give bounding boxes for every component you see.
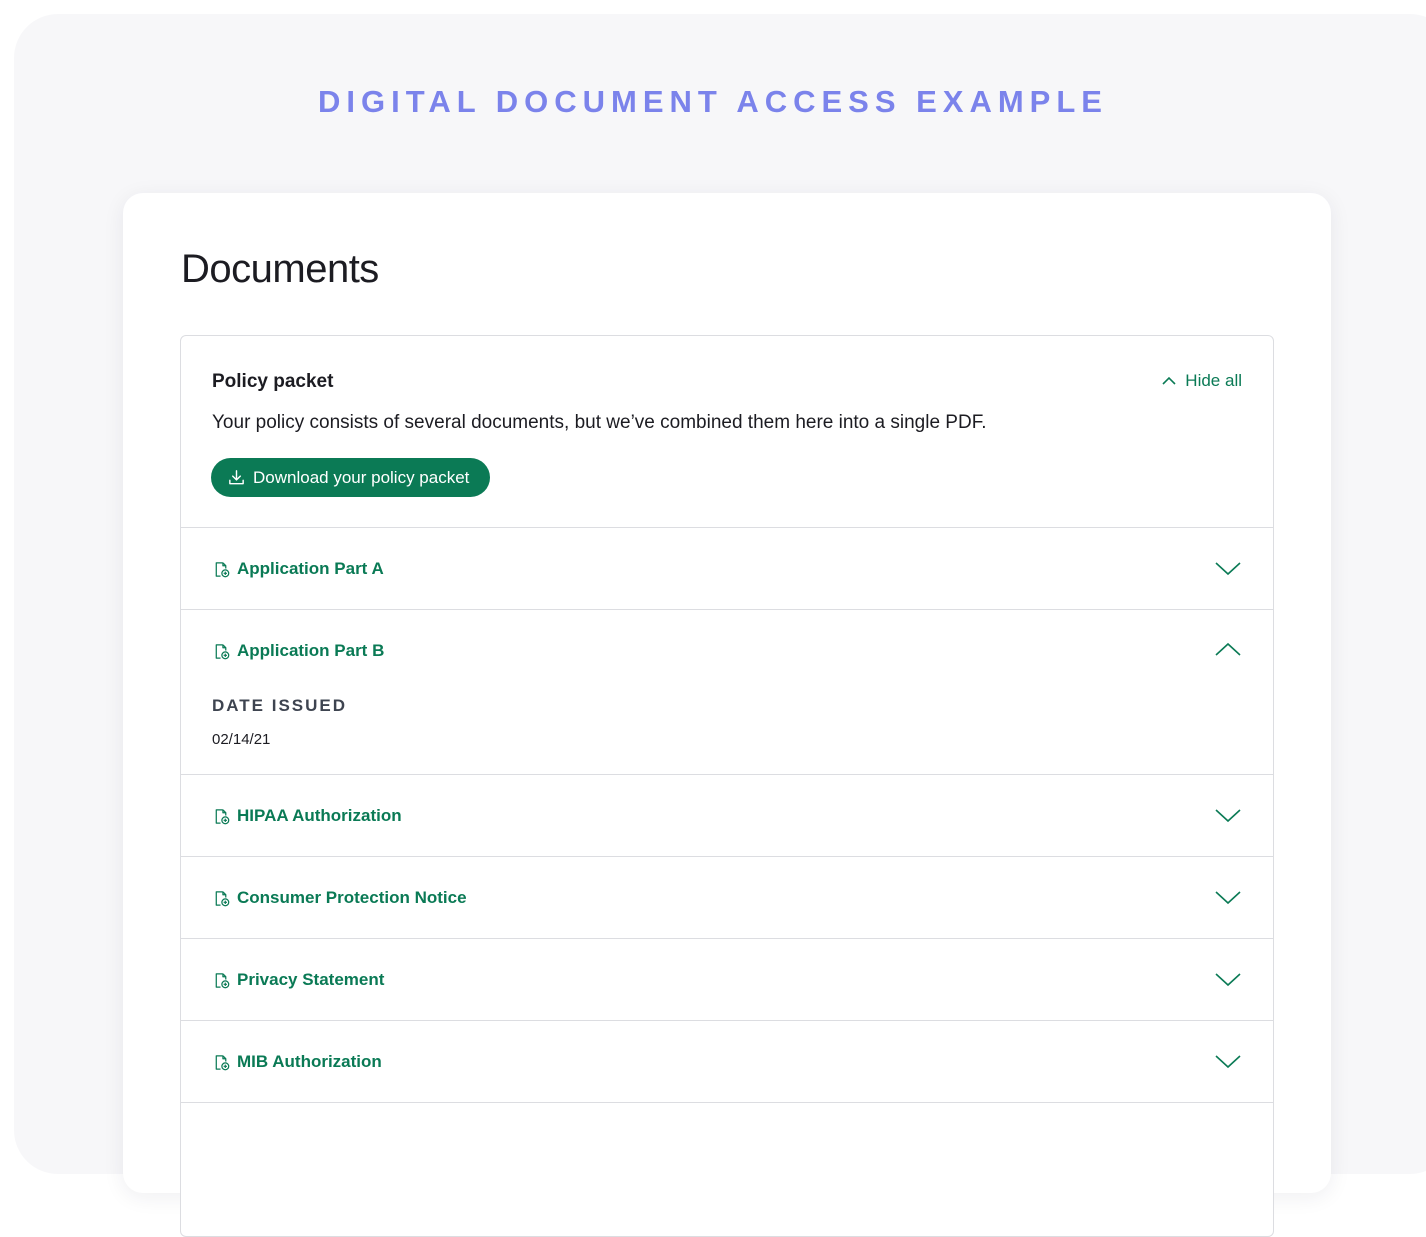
document-name: Privacy Statement	[237, 970, 385, 989]
document-name: Application Part B	[237, 641, 385, 660]
document-link[interactable]: Application Part B	[212, 641, 384, 661]
download-icon	[229, 470, 244, 485]
hide-all-button[interactable]: Hide all	[1160, 371, 1242, 391]
document-link[interactable]: Application Part A	[212, 559, 384, 579]
document-row-3: HIPAA Authorization	[181, 775, 1273, 857]
document-link[interactable]: HIPAA Authorization	[212, 806, 402, 826]
document-add-icon	[215, 972, 230, 988]
date-issued-value: 02/14/21	[212, 731, 271, 748]
policy-packet-description: Your policy consists of several document…	[212, 412, 987, 433]
download-button-label: Download your policy packet	[253, 467, 470, 487]
document-name: HIPAA Authorization	[237, 806, 402, 825]
download-policy-packet-button[interactable]: Download your policy packet	[211, 458, 491, 497]
chevron-down-icon[interactable]	[1214, 556, 1242, 580]
document-add-icon	[215, 1054, 230, 1070]
documents-panel: Policy packet Hide all Your policy consi…	[180, 335, 1274, 1237]
document-row-2: Application Part B DATE ISSUED 02/14/21	[181, 610, 1273, 775]
chevron-down-icon[interactable]	[1214, 967, 1242, 991]
chevron-down-icon[interactable]	[1214, 803, 1242, 827]
chevron-up-icon	[1162, 376, 1176, 385]
document-row-4: Consumer Protection Notice	[181, 857, 1273, 939]
chevron-down-icon[interactable]	[1214, 885, 1242, 909]
document-add-icon	[215, 643, 230, 659]
document-add-icon	[215, 561, 230, 577]
document-row-6: MIB Authorization	[181, 1021, 1273, 1103]
policy-packet-section: Policy packet Hide all Your policy consi…	[181, 336, 1273, 528]
document-row-5: Privacy Statement	[181, 939, 1273, 1021]
document-add-icon	[215, 890, 230, 906]
chevron-down-icon[interactable]	[1214, 1049, 1242, 1073]
document-row-1: Application Part A	[181, 528, 1273, 610]
document-list: Application Part A Application Part B DA…	[181, 528, 1273, 1103]
documents-card: Documents Policy packet Hide all Your po…	[123, 193, 1331, 1237]
hide-all-label: Hide all	[1185, 371, 1242, 390]
document-link[interactable]: MIB Authorization	[212, 1052, 382, 1072]
document-name: MIB Authorization	[237, 1052, 382, 1071]
document-name: Application Part A	[237, 559, 384, 578]
chevron-up-icon[interactable]	[1214, 638, 1242, 662]
document-link[interactable]: Consumer Protection Notice	[212, 888, 467, 908]
example-title: DIGITAL DOCUMENT ACCESS EXAMPLE	[318, 84, 1108, 119]
document-name: Consumer Protection Notice	[237, 888, 467, 907]
document-link[interactable]: Privacy Statement	[212, 970, 384, 990]
date-issued-label: DATE ISSUED	[212, 696, 348, 715]
page-title: Documents	[181, 247, 379, 291]
document-add-icon	[215, 808, 230, 824]
policy-packet-title: Policy packet	[212, 371, 334, 392]
